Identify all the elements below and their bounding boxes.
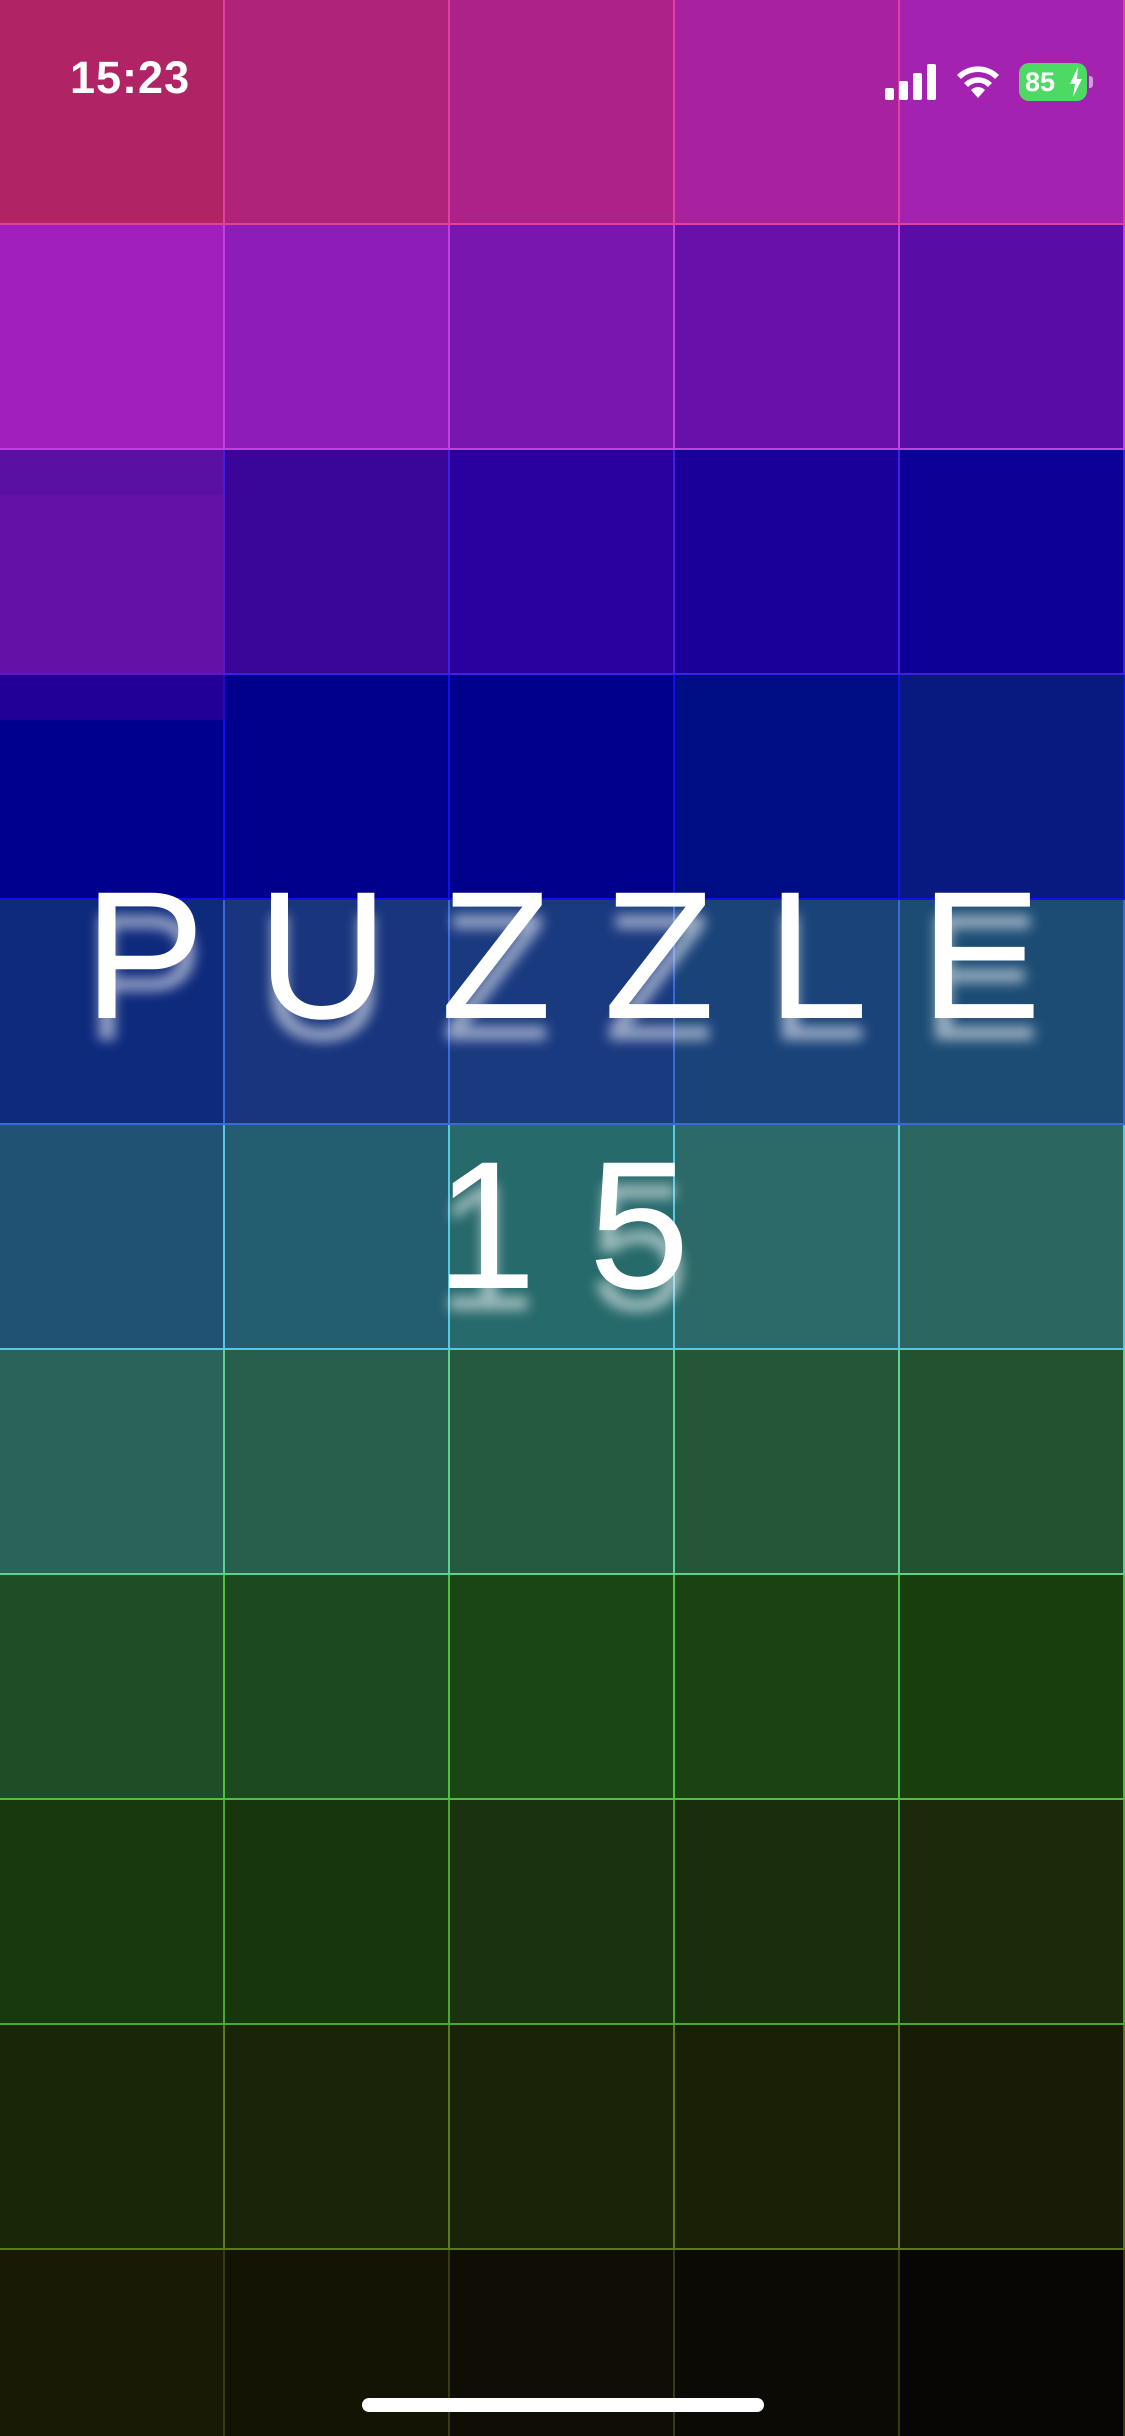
cellular-signal-icon bbox=[885, 64, 937, 100]
title-puzzle: PUZZLE bbox=[83, 853, 1094, 1057]
background-tile bbox=[450, 1800, 675, 2025]
background-tile bbox=[900, 2250, 1125, 2436]
background-tile bbox=[450, 2025, 675, 2250]
background-tile bbox=[225, 1350, 450, 1575]
background-tile bbox=[675, 225, 900, 450]
background-tile bbox=[675, 1800, 900, 2025]
background-tile bbox=[900, 2025, 1125, 2250]
background-tile bbox=[675, 1350, 900, 1575]
status-time: 15:23 bbox=[70, 52, 191, 103]
wifi-icon bbox=[955, 64, 1001, 100]
background-tile bbox=[450, 1350, 675, 1575]
background-tile bbox=[900, 225, 1125, 450]
background-tile bbox=[900, 1575, 1125, 1800]
background-tile bbox=[225, 1800, 450, 2025]
background-tile bbox=[0, 2250, 225, 2436]
background-tile bbox=[0, 2025, 225, 2250]
background-tile bbox=[900, 450, 1125, 675]
background-tile bbox=[0, 1575, 225, 1800]
background-tile bbox=[0, 225, 225, 450]
status-bar: 15:23 85 bbox=[0, 0, 1125, 150]
background-tile bbox=[225, 225, 450, 450]
background-tile bbox=[900, 1800, 1125, 2025]
background-tile bbox=[675, 1575, 900, 1800]
background-tile bbox=[225, 1575, 450, 1800]
splash-screen: 15:23 85 PUZZLE 15 bbox=[0, 0, 1125, 2436]
battery-charging-icon: 85 bbox=[1019, 63, 1093, 102]
title-number: 15 bbox=[435, 1123, 742, 1327]
home-indicator[interactable] bbox=[362, 2398, 764, 2412]
background-tile bbox=[450, 225, 675, 450]
background-tile bbox=[0, 1350, 225, 1575]
battery-cap bbox=[1089, 76, 1093, 88]
background-tile bbox=[450, 450, 675, 675]
status-icons: 85 bbox=[885, 60, 1093, 104]
charging-bolt-icon bbox=[1069, 67, 1083, 102]
background-tile bbox=[450, 1575, 675, 1800]
background-tile bbox=[0, 1800, 225, 2025]
background-tile bbox=[900, 1350, 1125, 1575]
battery-level: 85 bbox=[1025, 66, 1056, 97]
background-tile bbox=[675, 2025, 900, 2250]
background-tile bbox=[225, 2025, 450, 2250]
background-tile bbox=[675, 450, 900, 675]
background-tile bbox=[0, 450, 225, 675]
background-tile bbox=[225, 450, 450, 675]
